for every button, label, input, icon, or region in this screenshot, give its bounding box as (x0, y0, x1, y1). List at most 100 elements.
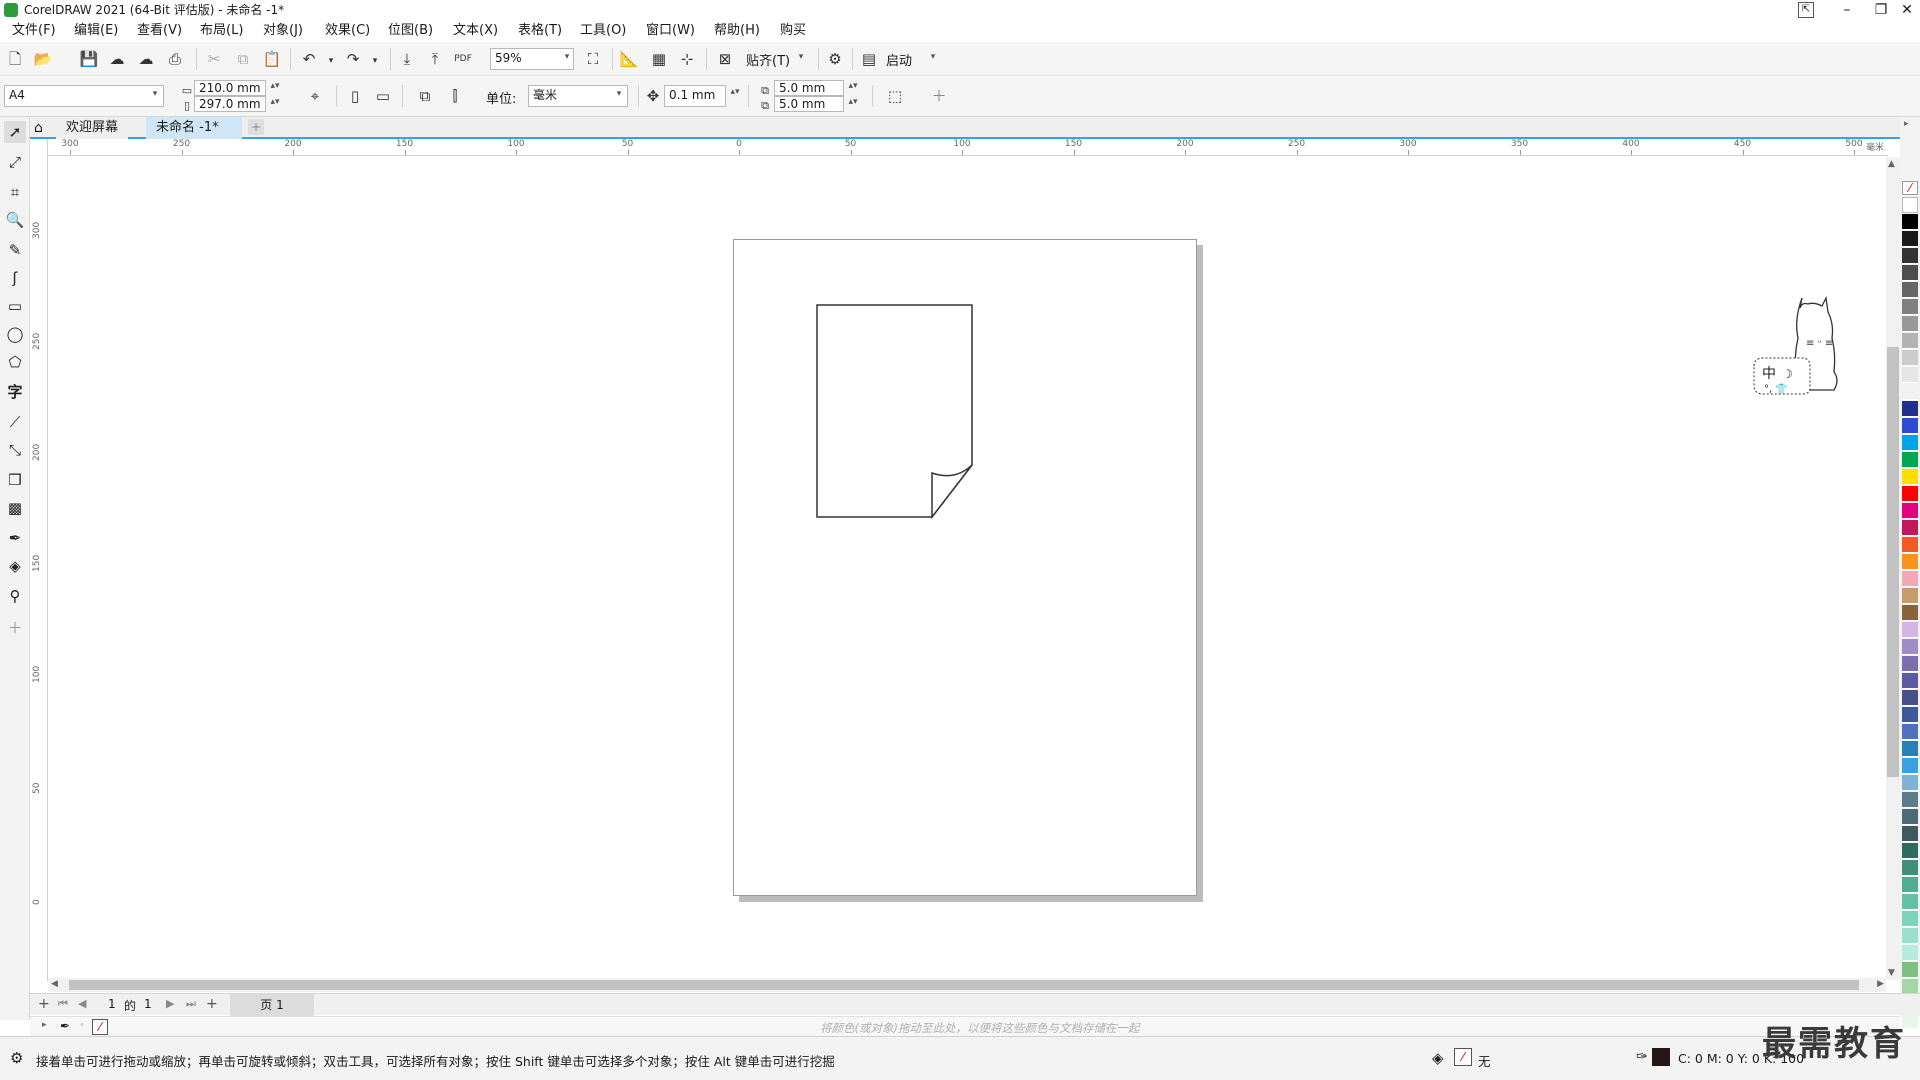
interactive-fill-icon[interactable]: ◈ (4, 555, 26, 577)
transparency-tool-icon[interactable]: ▩ (4, 497, 26, 519)
color-swatch[interactable] (1902, 707, 1918, 723)
portrait-icon[interactable]: ▯ (344, 85, 366, 107)
rectangle-tool-icon[interactable]: ▭ (4, 295, 26, 317)
scroll-down-icon[interactable]: ▼ (1888, 968, 1895, 978)
color-swatch[interactable] (1902, 724, 1918, 740)
menu-item[interactable]: 对象(J) (263, 23, 303, 39)
color-swatch[interactable] (1902, 809, 1918, 825)
snap-to-menu[interactable]: 贴齐(T) (746, 50, 790, 69)
add-icon[interactable]: ＋ (928, 85, 950, 107)
color-swatch[interactable] (1902, 197, 1918, 213)
landscape-icon[interactable]: ▭ (372, 85, 394, 107)
color-swatch[interactable] (1902, 520, 1918, 536)
scroll-right-icon[interactable]: ▶ (1877, 979, 1884, 989)
zoom-tool-icon[interactable]: 🔍 (4, 209, 26, 231)
add-page-before-icon[interactable]: + (38, 996, 50, 1012)
color-swatch[interactable] (1902, 826, 1918, 842)
show-guidelines-icon[interactable]: ⊹ (676, 48, 698, 70)
all-pages-icon[interactable]: ⧉ (414, 85, 436, 107)
no-color-swatch[interactable]: ⁄ (92, 1019, 108, 1035)
text-tool-icon[interactable]: 字 (4, 381, 26, 403)
current-page-icon[interactable]: ⫿ (444, 85, 466, 107)
color-swatch[interactable] (1902, 384, 1918, 400)
color-swatch[interactable] (1902, 792, 1918, 808)
redo-dropdown-icon[interactable]: ▾ (364, 50, 386, 72)
color-swatch[interactable] (1902, 945, 1918, 961)
drop-shadow-icon[interactable]: ❒ (4, 469, 26, 491)
page-height-stepper[interactable]: ▴▾ (268, 97, 282, 107)
color-swatch[interactable] (1902, 299, 1918, 315)
shape-tool-icon[interactable]: ⤢ (4, 151, 26, 173)
tab-welcome-screen[interactable]: 欢迎屏幕 (56, 117, 129, 139)
menu-item[interactable]: 文本(X) (453, 23, 498, 39)
publish-pdf-icon[interactable]: PDF (452, 48, 474, 70)
page-width-field[interactable]: 210.0 mm (194, 80, 266, 96)
cloud-upload-icon[interactable]: ☁ (135, 48, 157, 70)
palette-scroll-left-icon[interactable]: ‹ (80, 1020, 84, 1030)
menu-item[interactable]: 帮助(H) (714, 23, 760, 39)
profile-icon[interactable]: ⇱ (1798, 2, 1814, 18)
duplicate-distance-x[interactable]: 5.0 mm (774, 80, 844, 96)
print-icon[interactable]: ⎙ (164, 48, 186, 70)
color-swatch[interactable] (1902, 656, 1918, 672)
palette-scroll-up-icon[interactable]: ▸ (1904, 119, 1909, 129)
color-swatch[interactable] (1902, 605, 1918, 621)
color-swatch[interactable] (1902, 282, 1918, 298)
parallel-dimension-icon[interactable]: ⟋ (4, 411, 26, 433)
color-swatch[interactable] (1902, 639, 1918, 655)
color-swatch[interactable] (1902, 962, 1918, 978)
cloud-download-icon[interactable]: ☁ (106, 48, 128, 70)
crop-tool-icon[interactable]: ⌗ (4, 181, 26, 203)
eyedropper-small-icon[interactable]: ✒ (60, 1019, 70, 1033)
new-tab-icon[interactable]: + (248, 119, 264, 135)
page-size-dropdown-icon[interactable]: ▾ (148, 89, 162, 99)
color-swatch[interactable] (1902, 333, 1918, 349)
color-swatch[interactable] (1902, 350, 1918, 366)
connector-tool-icon[interactable]: ⤡ (4, 439, 26, 461)
horizontal-scrollbar[interactable]: ◀ ▶ (49, 978, 1886, 992)
tab-untitled-document[interactable]: 未命名 -1* (146, 117, 242, 139)
color-swatch[interactable] (1902, 435, 1918, 451)
color-swatch[interactable] (1902, 469, 1918, 485)
color-swatch[interactable] (1902, 554, 1918, 570)
import-icon[interactable]: ⤓ (396, 48, 418, 70)
vertical-scrollbar[interactable]: ▲ ▼ (1886, 157, 1900, 980)
menu-item[interactable]: 编辑(E) (74, 23, 118, 39)
units-dropdown-icon[interactable]: ▾ (612, 89, 626, 99)
launch-dropdown-icon[interactable]: ▾ (926, 52, 940, 62)
page-height-field[interactable]: 297.0 mm (194, 96, 266, 112)
color-swatch[interactable] (1902, 418, 1918, 434)
snap-dropdown-icon[interactable]: ▾ (794, 52, 808, 62)
color-swatch[interactable] (1902, 690, 1918, 706)
color-swatch[interactable] (1902, 588, 1918, 604)
freehand-tool-icon[interactable]: ✎ (4, 239, 26, 261)
duplicate-y-stepper[interactable]: ▴▾ (846, 97, 860, 107)
color-swatch[interactable] (1902, 741, 1918, 757)
color-swatch[interactable] (1902, 775, 1918, 791)
paper-orientation-icon[interactable]: ⌖ (304, 85, 326, 107)
color-swatch[interactable] (1902, 231, 1918, 247)
fill-indicator-icon[interactable]: ◈ (1432, 1049, 1444, 1067)
duplicate-x-stepper[interactable]: ▴▾ (846, 81, 860, 91)
color-swatch[interactable] (1902, 860, 1918, 876)
launch-menu[interactable]: 启动 (886, 50, 912, 69)
no-color-swatch[interactable]: ⁄ (1902, 181, 1918, 195)
next-page-icon[interactable]: ▶ (166, 997, 174, 1010)
smart-fill-icon[interactable]: ⚲ (4, 585, 26, 607)
color-swatch[interactable] (1902, 673, 1918, 689)
cut-icon[interactable]: ✂ (203, 48, 225, 70)
status-settings-icon[interactable]: ⚙ (10, 1049, 23, 1067)
pick-tool-icon[interactable]: ➚ (4, 121, 26, 143)
color-swatch[interactable] (1902, 894, 1918, 910)
nudge-distance-field[interactable]: 0.1 mm (664, 85, 726, 107)
menu-item[interactable]: 效果(C) (325, 23, 370, 39)
first-page-icon[interactable]: ⏮ (58, 997, 68, 1011)
save-icon[interactable]: 💾 (78, 48, 100, 70)
vertical-scroll-thumb[interactable] (1887, 347, 1899, 777)
export-icon[interactable]: ⤒ (424, 48, 446, 70)
scroll-left-icon[interactable]: ◀ (51, 979, 58, 989)
color-swatch[interactable] (1902, 265, 1918, 281)
zoom-dropdown-icon[interactable]: ▾ (560, 52, 574, 62)
outline-color-swatch[interactable] (1652, 1048, 1670, 1066)
color-swatch[interactable] (1902, 367, 1918, 383)
